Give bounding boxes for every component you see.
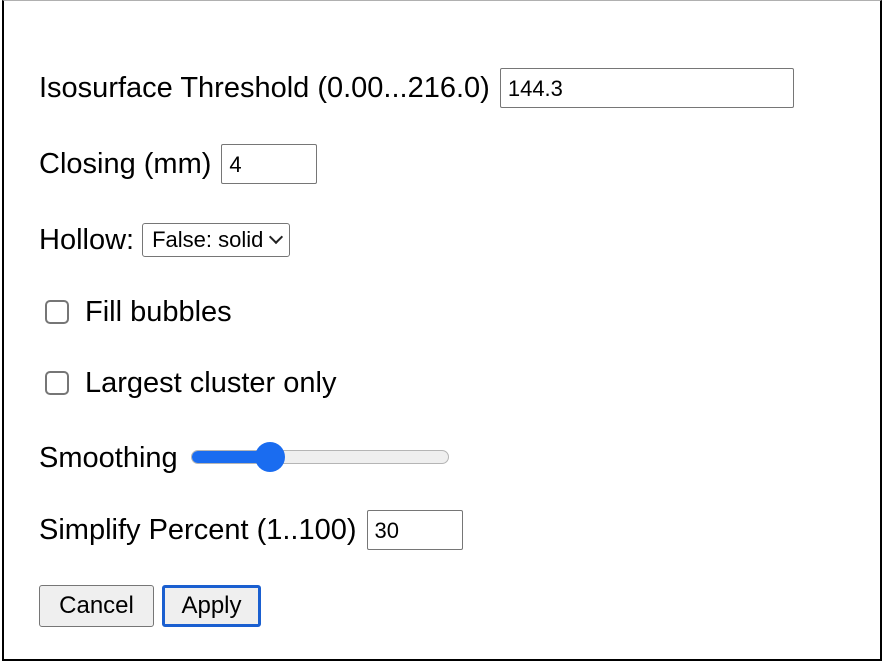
fill-bubbles-checkbox[interactable] [45, 300, 69, 324]
largest-cluster-label[interactable]: Largest cluster only [85, 366, 336, 400]
fill-bubbles-label[interactable]: Fill bubbles [85, 295, 232, 329]
closing-row: Closing (mm) [39, 144, 318, 184]
largest-cluster-row: Largest cluster only [39, 366, 336, 400]
button-row: Cancel Apply [39, 585, 261, 627]
closing-input[interactable] [221, 144, 318, 184]
hollow-label: Hollow: [39, 224, 135, 256]
hollow-row: Hollow: False: solid [39, 223, 291, 257]
threshold-row: Isosurface Threshold (0.00...216.0) [39, 68, 794, 108]
fill-bubbles-row: Fill bubbles [39, 295, 232, 329]
threshold-label: Isosurface Threshold (0.00...216.0) [39, 72, 490, 104]
chevron-down-icon [269, 229, 284, 245]
simplify-input[interactable] [366, 510, 463, 550]
simplify-row: Simplify Percent (1..100) [39, 510, 463, 550]
largest-cluster-checkbox[interactable] [45, 371, 69, 395]
smoothing-row: Smoothing [39, 441, 449, 475]
smoothing-slider[interactable] [190, 441, 449, 475]
simplify-label: Simplify Percent (1..100) [39, 514, 357, 546]
closing-label: Closing (mm) [39, 148, 212, 180]
threshold-input[interactable] [499, 68, 794, 108]
hollow-select-value: False: solid [152, 227, 264, 252]
smoothing-slider-track[interactable] [190, 450, 449, 464]
smoothing-slider-thumb[interactable] [254, 442, 285, 472]
cancel-button[interactable]: Cancel [39, 585, 154, 627]
hollow-select[interactable]: False: solid [142, 223, 291, 257]
smoothing-label: Smoothing [39, 442, 178, 474]
settings-dialog: Isosurface Threshold (0.00...216.0) Clos… [2, 0, 882, 661]
apply-button[interactable]: Apply [162, 585, 261, 627]
